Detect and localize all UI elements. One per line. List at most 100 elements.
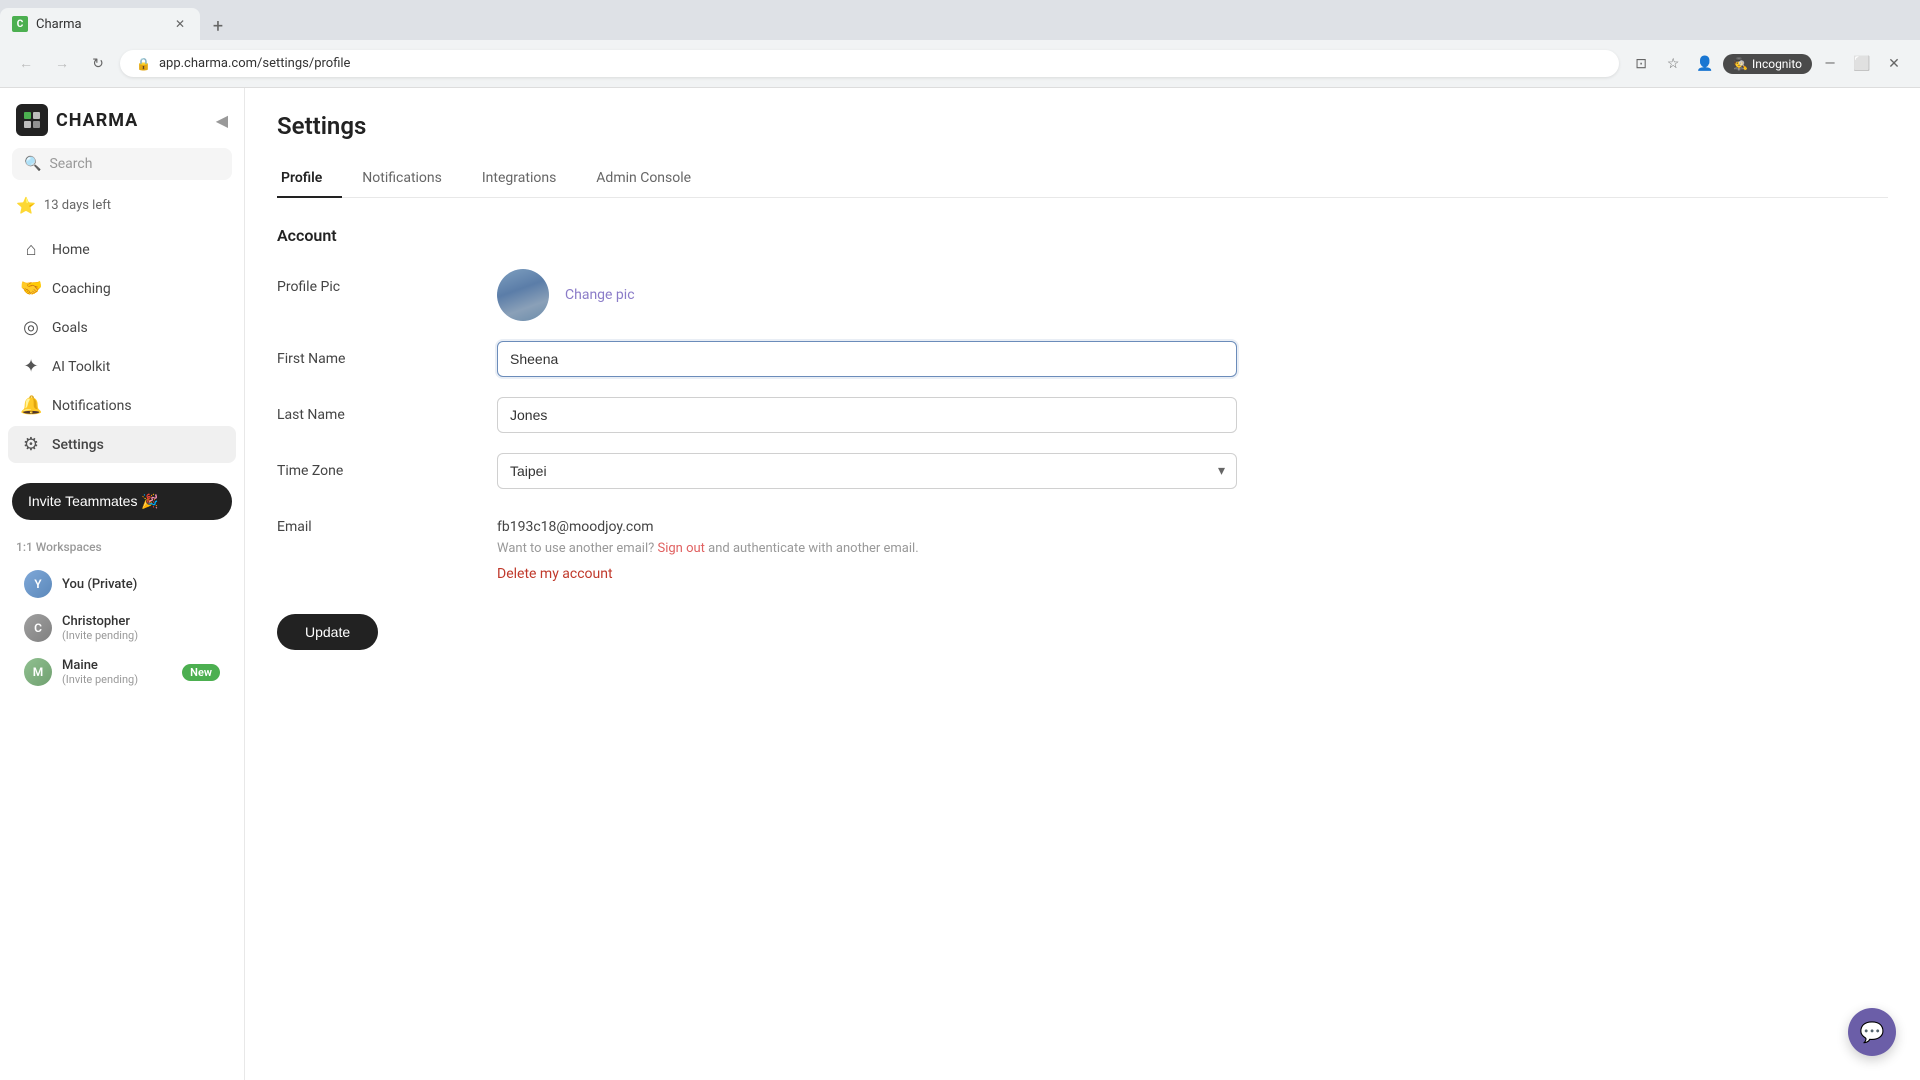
sidebar-item-label-ai-toolkit: AI Toolkit [52,359,110,375]
time-zone-select-wrapper: Taipei [497,453,1237,489]
tab-close-button[interactable]: ✕ [172,16,188,32]
email-row: Email fb193c18@moodjoy.com Want to use a… [277,509,1888,582]
minimize-button[interactable]: — [1816,50,1844,78]
tabs: Profile Notifications Integrations Admin… [277,160,1888,198]
workspace-info-you: You (Private) [62,577,137,592]
sidebar-item-home[interactable]: ⌂ Home [8,231,236,268]
time-zone-row: Time Zone Taipei [277,453,1888,489]
email-field: fb193c18@moodjoy.com Want to use another… [497,509,1237,582]
invite-button-label: Invite Teammates 🎉 [28,493,159,510]
close-button[interactable]: ✕ [1880,50,1908,78]
forward-button[interactable]: → [48,50,76,78]
workspace-name-you: You (Private) [62,577,137,592]
home-icon: ⌂ [20,239,42,260]
incognito-label: Incognito [1752,57,1802,71]
tab-notifications-label: Notifications [362,170,442,186]
last-name-field [497,397,1237,433]
workspace-info-maine: Maine (Invite pending) [62,658,138,686]
workspace-item-christopher[interactable]: C Christopher (Invite pending) [16,606,228,650]
email-note: Want to use another email? Sign out and … [497,541,1237,556]
settings-icon: ⚙ [20,434,42,455]
workspace-sub-maine: (Invite pending) [62,673,138,686]
sidebar-search[interactable]: 🔍 Search [12,148,232,180]
update-button[interactable]: Update [277,614,378,650]
sidebar-item-ai-toolkit[interactable]: ✦ AI Toolkit [8,348,236,385]
account-section-title: Account [277,226,1888,245]
sidebar-trial: ⭐ 13 days left [0,188,244,223]
app-wrapper: CHARMA ◀ 🔍 Search ⭐ 13 days left ⌂ Home … [0,0,1920,1080]
sidebar-collapse-button[interactable]: ◀ [216,111,228,130]
profile-pic-container: Change pic [497,269,1237,321]
tab-admin-console[interactable]: Admin Console [576,160,711,198]
tab-favicon: C [12,16,28,32]
bookmark-icon[interactable]: ☆ [1659,50,1687,78]
change-pic-button[interactable]: Change pic [565,287,635,303]
sidebar-item-notifications[interactable]: 🔔 Notifications [8,387,236,424]
avatar [497,269,549,321]
email-value: fb193c18@moodjoy.com [497,509,1237,535]
search-icon: 🔍 [24,156,41,172]
workspace-info-christopher: Christopher (Invite pending) [62,614,138,642]
email-note-suffix: and authenticate with another email. [708,541,918,556]
sidebar-item-label-home: Home [52,242,90,258]
tab-profile[interactable]: Profile [277,160,342,198]
workspace-badge-maine: New [182,664,220,681]
tab-profile-label: Profile [281,170,322,186]
browser-active-tab[interactable]: C Charma ✕ [0,8,200,40]
main-content: Settings Profile Notifications Integrati… [245,88,1920,1080]
first-name-label: First Name [277,341,497,367]
logo-icon [16,104,48,136]
maximize-button[interactable]: ⬜ [1848,50,1876,78]
address-bar[interactable]: 🔒 app.charma.com/settings/profile [120,50,1619,77]
workspace-item-maine[interactable]: M Maine (Invite pending) New [16,650,228,694]
page-title: Settings [277,112,1888,140]
workspace-name-maine: Maine [62,658,138,673]
chat-fab-button[interactable]: 💬 [1848,1008,1896,1056]
refresh-button[interactable]: ↻ [84,50,112,78]
url-text: app.charma.com/settings/profile [159,56,351,71]
email-label: Email [277,509,497,535]
browser-action-buttons: ⊡ ☆ 👤 🕵 Incognito — ⬜ ✕ [1627,50,1908,78]
incognito-icon: 🕵 [1733,57,1748,71]
incognito-button[interactable]: 🕵 Incognito [1723,54,1812,74]
notifications-icon: 🔔 [20,395,42,416]
trial-label: 13 days left [44,198,111,213]
first-name-field [497,341,1237,377]
profile-icon[interactable]: 👤 [1691,50,1719,78]
logo-text: CHARMA [56,110,138,131]
workspaces-section: 1:1 Workspaces Y You (Private) C Christo… [0,532,244,698]
sidebar-item-label-goals: Goals [52,320,88,336]
tab-integrations[interactable]: Integrations [462,160,576,198]
new-tab-button[interactable]: + [204,12,232,40]
time-zone-label: Time Zone [277,453,497,479]
browser-tab-bar: C Charma ✕ + [0,0,1920,40]
time-zone-field: Taipei [497,453,1237,489]
tab-integrations-label: Integrations [482,170,556,186]
sign-out-link[interactable]: Sign out [657,541,704,556]
profile-pic-row: Profile Pic Change pic [277,269,1888,321]
workspace-item-you[interactable]: Y You (Private) [16,562,228,606]
ai-toolkit-icon: ✦ [20,356,42,377]
first-name-input[interactable] [497,341,1237,377]
search-placeholder: Search [49,156,92,172]
tab-admin-console-label: Admin Console [596,170,691,186]
tab-notifications[interactable]: Notifications [342,160,462,198]
workspace-avatar-maine: M [24,658,52,686]
delete-account-button[interactable]: Delete my account [497,566,613,582]
sidebar-item-settings[interactable]: ⚙ Settings [8,426,236,463]
sidebar-item-label-coaching: Coaching [52,281,111,297]
back-button[interactable]: ← [12,50,40,78]
tab-title: Charma [36,17,164,32]
trial-icon: ⭐ [16,196,36,215]
invite-teammates-button[interactable]: Invite Teammates 🎉 [12,483,232,520]
page-header: Settings Profile Notifications Integrati… [245,88,1920,198]
sidebar-item-coaching[interactable]: 🤝 Coaching [8,270,236,307]
browser-chrome: C Charma ✕ + ← → ↻ 🔒 app.charma.com/sett… [0,0,1920,88]
last-name-input[interactable] [497,397,1237,433]
workspace-sub-christopher: (Invite pending) [62,629,138,642]
workspaces-label: 1:1 Workspaces [16,540,228,554]
sidebar-item-goals[interactable]: ◎ Goals [8,309,236,346]
time-zone-select[interactable]: Taipei [497,453,1237,489]
chat-fab-icon: 💬 [1860,1020,1885,1044]
cast-icon[interactable]: ⊡ [1627,50,1655,78]
